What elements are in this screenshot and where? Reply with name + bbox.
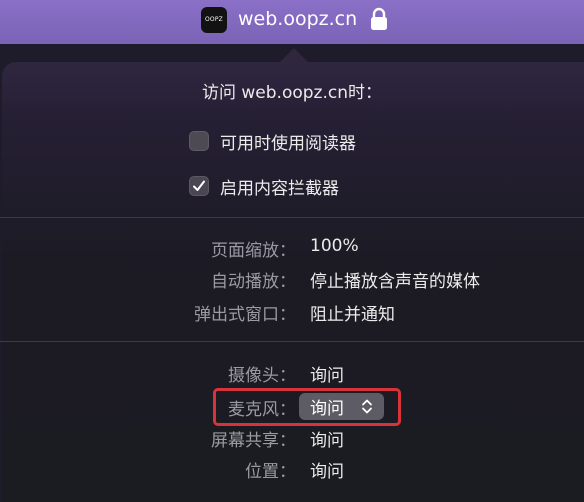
popup-windows-label: 弹出式窗口： [194,305,296,325]
popup-windows-value[interactable]: 阻止并通知 [310,300,395,325]
address-bar: OOPZ web.oopz.cn [0,0,584,44]
screen-sharing-label: 屏幕共享： [211,431,296,451]
content-blocker-checkbox-label: 启用内容拦截器 [220,178,339,199]
location-value[interactable]: 询问 [310,457,344,482]
content-blocker-checkbox-row[interactable]: 启用内容拦截器 [189,174,339,199]
checkmark-icon [193,180,205,191]
screen-sharing-value[interactable]: 询问 [310,426,344,451]
camera-value[interactable]: 询问 [310,361,344,386]
page-zoom-value[interactable]: 100% [310,236,359,256]
autoplay-value[interactable]: 停止播放含声音的媒体 [310,267,480,292]
autoplay-label: 自动播放： [211,272,296,292]
lock-icon [371,7,387,30]
content-blocker-checkbox[interactable] [189,176,209,196]
site-logo-icon: OOPZ [201,7,227,33]
popover-title: 访问 web.oopz.cn时： [201,83,382,103]
page-zoom-label: 页面缩放： [211,241,296,261]
site-url[interactable]: web.oopz.cn [238,8,357,30]
reader-checkbox-label: 可用时使用阅读器 [220,133,356,154]
divider [0,217,584,218]
reader-checkbox[interactable] [189,131,209,151]
location-label: 位置： [245,462,296,482]
camera-label: 摄像头： [228,366,296,386]
popover-caret [279,48,309,63]
divider [0,341,584,342]
reader-checkbox-row[interactable]: 可用时使用阅读器 [189,129,356,154]
highlight-annotation-box [213,388,401,426]
